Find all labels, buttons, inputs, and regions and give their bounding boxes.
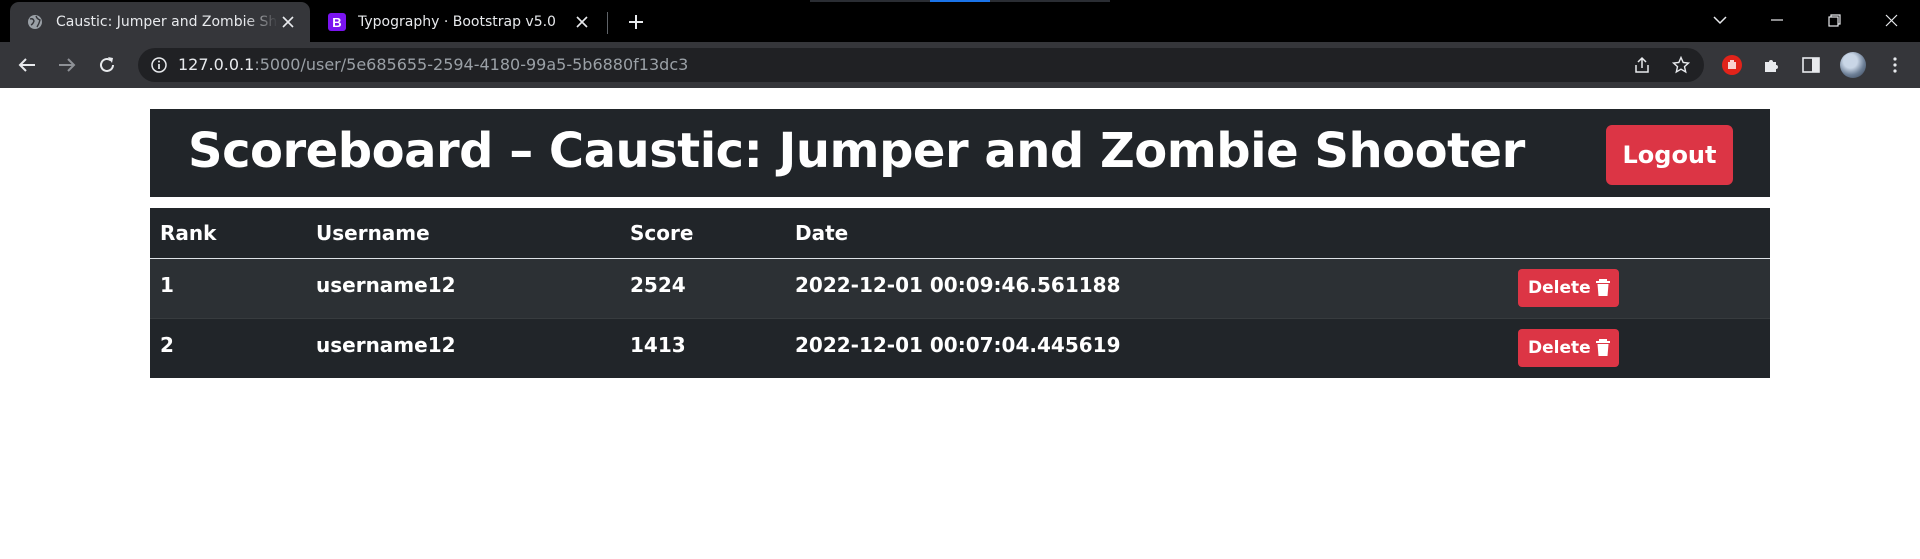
- trash-icon: [1595, 338, 1610, 356]
- header-actions: [1508, 208, 1770, 259]
- tab-search-icon[interactable]: [1692, 0, 1748, 40]
- cell-score: 1413: [620, 317, 785, 378]
- cell-actions: Delete: [1508, 317, 1770, 378]
- cell-username: username12: [306, 317, 620, 378]
- top-indicator: [810, 0, 1110, 2]
- url-path: :5000/user/5e685655-2594-4180-99a5-5b688…: [254, 55, 689, 74]
- delete-button[interactable]: Delete: [1518, 328, 1619, 367]
- extensions-puzzle-icon[interactable]: [1760, 53, 1784, 77]
- new-tab-icon[interactable]: [622, 8, 650, 36]
- cell-rank: 2: [150, 317, 306, 378]
- delete-button[interactable]: Delete: [1518, 268, 1619, 307]
- url-host: 127.0.0.1: [178, 55, 255, 74]
- tab-separator: [607, 12, 608, 34]
- header-date: Date: [785, 208, 1508, 259]
- close-window-icon[interactable]: [1863, 0, 1919, 40]
- cell-date: 2022-12-01 00:09:46.561188: [785, 258, 1508, 318]
- table-header-row: Rank Username Score Date: [150, 208, 1770, 259]
- table-row: 2 username12 1413 2022-12-01 00:07:04.44…: [150, 317, 1770, 378]
- address-url[interactable]: 127.0.0.1:5000/user/5e685655-2594-4180-9…: [178, 56, 688, 74]
- cell-actions: Delete: [1508, 258, 1770, 318]
- tab-title: Caustic: Jumper and Zombie Shooter: [56, 14, 278, 30]
- delete-label: Delete: [1528, 337, 1591, 358]
- delete-label: Delete: [1528, 277, 1591, 298]
- back-icon[interactable]: [11, 49, 43, 81]
- cell-username: username12: [306, 258, 620, 318]
- bookmark-star-icon[interactable]: [1671, 55, 1691, 75]
- page-title: Scoreboard – Caustic: Jumper and Zombie …: [188, 123, 1525, 179]
- bootstrap-icon: B: [328, 13, 346, 31]
- scoreboard-table: Rank Username Score Date 1 username12 25…: [150, 208, 1770, 378]
- globe-icon: [26, 13, 44, 31]
- restore-icon[interactable]: [1806, 0, 1862, 40]
- minimize-icon[interactable]: [1749, 0, 1805, 40]
- page-viewport: Scoreboard – Caustic: Jumper and Zombie …: [0, 88, 1920, 559]
- cell-date: 2022-12-01 00:07:04.445619: [785, 317, 1508, 378]
- menu-kebab-icon[interactable]: [1883, 53, 1907, 77]
- site-info-icon[interactable]: [150, 56, 168, 74]
- extension-stop-icon[interactable]: [1720, 53, 1744, 77]
- tab-title: Typography · Bootstrap v5.0: [358, 14, 556, 30]
- logout-button[interactable]: Logout: [1606, 125, 1733, 185]
- cell-rank: 1: [150, 258, 306, 318]
- trash-icon: [1595, 278, 1610, 296]
- browser-toolbar: 127.0.0.1:5000/user/5e685655-2594-4180-9…: [0, 42, 1920, 88]
- share-icon[interactable]: [1632, 55, 1652, 75]
- header-username: Username: [306, 208, 620, 259]
- tab-close-icon[interactable]: [278, 12, 298, 32]
- side-panel-icon[interactable]: [1799, 53, 1823, 77]
- bootstrap-letter: B: [328, 13, 346, 31]
- browser-tabstrip: Caustic: Jumper and Zombie Shooter B Typ…: [0, 0, 1920, 42]
- forward-icon[interactable]: [51, 49, 83, 81]
- address-bar[interactable]: 127.0.0.1:5000/user/5e685655-2594-4180-9…: [138, 48, 1704, 82]
- page-header: Scoreboard – Caustic: Jumper and Zombie …: [150, 109, 1770, 197]
- reload-icon[interactable]: [91, 49, 123, 81]
- tab-close-icon[interactable]: [572, 12, 592, 32]
- tab-bootstrap[interactable]: B Typography · Bootstrap v5.0: [312, 2, 604, 42]
- header-rank: Rank: [150, 208, 306, 259]
- table-row: 1 username12 2524 2022-12-01 00:09:46.56…: [150, 258, 1770, 318]
- profile-avatar[interactable]: [1840, 52, 1866, 78]
- cell-score: 2524: [620, 258, 785, 318]
- header-score: Score: [620, 208, 785, 259]
- tab-caustic[interactable]: Caustic: Jumper and Zombie Shooter: [10, 2, 310, 42]
